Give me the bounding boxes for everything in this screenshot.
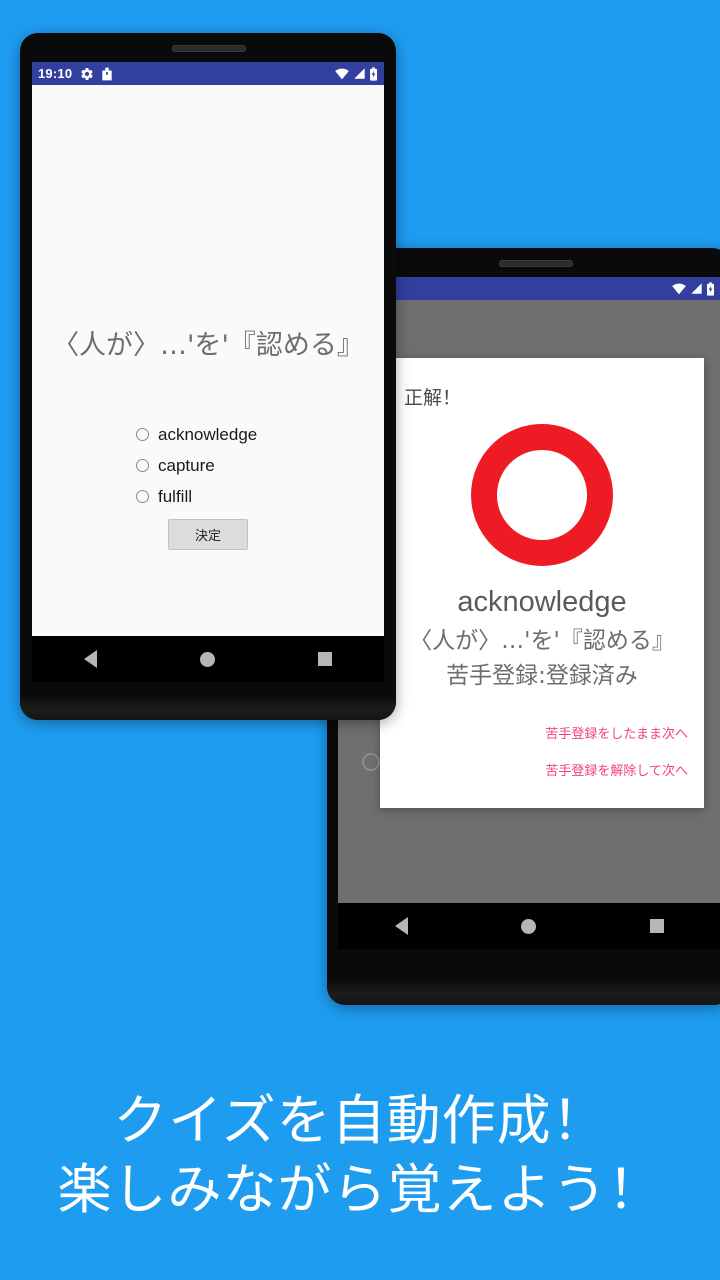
promo-caption: クイズを自動作成！ 楽しみながら覚えよう！ [0,1086,720,1224]
recents-square-icon[interactable] [318,652,333,666]
background-radio-option [362,753,380,771]
wifi-icon [334,67,350,80]
quiz-option-label: capture [158,455,215,475]
home-circle-icon[interactable] [199,651,215,667]
dialog-actions: 苦手登録をしたまま次へ 苦手登録を解除して次へ [380,714,704,806]
caption-line-1: クイズを自動作成！ [113,1088,607,1152]
quiz-option-label: fulfill [158,486,193,506]
dialog-title: 正解！ [404,387,462,409]
answer-word: acknowledge [457,586,627,618]
home-circle-icon[interactable] [521,918,537,934]
signal-icon [690,282,703,295]
back-triangle-icon[interactable] [394,917,408,935]
quiz-option-2[interactable]: capture [136,450,257,481]
battery-icon [369,66,378,81]
wifi-icon [671,282,687,295]
phone-chin-front [20,694,396,720]
phone-chin-back [327,979,720,1005]
phone-screen-front: 19:10 〈人が〉…'を'『認める』 acknowledge capture … [32,62,384,682]
result-mark-wrap [380,424,704,566]
submit-answer-button[interactable]: 決定 [168,519,248,550]
status-bar-front: 19:10 [32,62,384,85]
registration-status: 苦手登録:登録済み [446,663,638,689]
signal-icon [353,67,366,80]
answer-meaning: 〈人が〉…'を'『認める』 [409,628,675,654]
navigation-bar-back [338,903,720,949]
radio-button-icon[interactable] [136,490,149,503]
keep-registration-next-button[interactable]: 苦手登録をしたまま次へ [380,714,688,751]
quiz-option-label: acknowledge [158,424,258,444]
earpiece-speaker-front [172,45,246,52]
status-bar-clock-front: 19:10 [38,66,73,81]
quiz-options-group: acknowledge capture fulfill [136,419,257,512]
remove-registration-next-button[interactable]: 苦手登録を解除して次へ [380,751,688,788]
radio-button-icon[interactable] [136,459,149,472]
navigation-bar-front [32,636,384,682]
quiz-option-3[interactable]: fulfill [136,481,257,512]
gear-icon [80,67,94,81]
recents-square-icon[interactable] [650,919,665,933]
quiz-question-text: 〈人が〉…'を'『認める』 [52,330,364,361]
caption-line-2: 楽しみながら覚えよう！ [57,1157,663,1221]
result-dialog: 正解！ acknowledge 〈人が〉…'を'『認める』 苦手登録:登録済み … [380,358,704,808]
battery-icon [706,281,715,296]
correct-circle-icon [471,424,613,566]
phone-device-front: 19:10 〈人が〉…'を'『認める』 acknowledge capture … [20,33,396,720]
radio-button-icon[interactable] [136,428,149,441]
back-triangle-icon[interactable] [83,650,97,668]
quiz-screen: 〈人が〉…'を'『認める』 acknowledge capture fulfil… [32,85,384,682]
shopping-bag-icon [101,67,113,81]
quiz-option-1[interactable]: acknowledge [136,419,257,450]
earpiece-speaker [499,260,573,267]
